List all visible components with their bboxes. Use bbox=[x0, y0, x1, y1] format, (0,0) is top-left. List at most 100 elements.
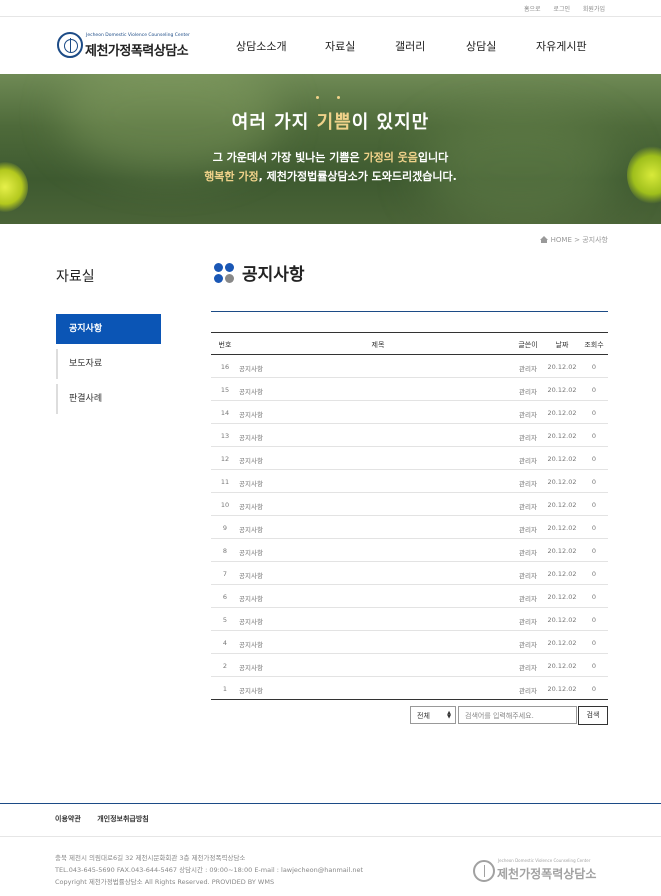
row-date: 20.12.02 bbox=[547, 685, 577, 693]
row-writer: 관리자 bbox=[519, 457, 537, 465]
nav-item-free-board[interactable]: 자유게시판 bbox=[536, 38, 587, 54]
row-date: 20.12.02 bbox=[547, 639, 577, 647]
row-views: 0 bbox=[591, 363, 597, 371]
row-views: 0 bbox=[591, 593, 597, 601]
table-row: 10 공지사항 관리자 20.12.02 0 bbox=[211, 493, 608, 516]
breadcrumb: HOME > 공지사항 bbox=[539, 235, 608, 245]
row-num: 7 bbox=[222, 570, 228, 578]
row-views: 0 bbox=[591, 639, 597, 647]
row-writer: 관리자 bbox=[519, 549, 537, 557]
footer-contact: TEL.043-645-5690 FAX.043-644-5467 상담시간 :… bbox=[55, 866, 364, 874]
row-writer: 관리자 bbox=[519, 503, 537, 511]
title-divider bbox=[211, 311, 608, 312]
row-writer: 관리자 bbox=[519, 388, 537, 396]
row-writer: 관리자 bbox=[519, 687, 537, 695]
table-row: 16 공지사항 관리자 20.12.02 0 bbox=[211, 355, 608, 378]
logo-korean-name: 제천가정폭력상담소 bbox=[85, 44, 189, 59]
footer-divider bbox=[0, 803, 661, 804]
row-title[interactable]: 공지사항 bbox=[239, 524, 263, 534]
row-date: 20.12.02 bbox=[547, 455, 577, 463]
row-writer: 관리자 bbox=[519, 526, 537, 534]
row-title[interactable]: 공지사항 bbox=[239, 570, 263, 580]
hero-banner: 여러 가지 기쁨이 있지만 그 가운데서 가장 빛나는 기쁨은 가정의 웃음입니… bbox=[0, 74, 661, 224]
header-title: 제목 bbox=[371, 341, 385, 349]
row-title[interactable]: 공지사항 bbox=[239, 363, 263, 373]
table-row: 12 공지사항 관리자 20.12.02 0 bbox=[211, 447, 608, 470]
row-num: 12 bbox=[220, 455, 230, 463]
table-row: 5 공지사항 관리자 20.12.02 0 bbox=[211, 608, 608, 631]
row-title[interactable]: 공지사항 bbox=[239, 432, 263, 442]
header-writer: 글쓴이 bbox=[518, 341, 538, 349]
sidebar-title: 자료실 bbox=[56, 269, 95, 285]
row-date: 20.12.02 bbox=[547, 409, 577, 417]
scales-emblem-icon bbox=[57, 32, 83, 58]
notice-board-table: 번호 제목 글쓴이 날짜 조회수 16 공지사항 관리자 20.12.02 0 15 공지사… bbox=[211, 332, 608, 700]
row-date: 20.12.02 bbox=[547, 662, 577, 670]
site-logo[interactable]: Jecheon Domestic Violence Counseling Cen… bbox=[57, 32, 207, 60]
footer-logo: Jecheon Domestic Violence Counseling Cen… bbox=[473, 858, 613, 884]
privacy-link[interactable]: 개인정보취급방침 bbox=[97, 815, 149, 823]
row-views: 0 bbox=[591, 547, 597, 555]
login-link[interactable]: 로그인 bbox=[553, 6, 570, 13]
search-button[interactable]: 검색 bbox=[578, 706, 608, 725]
row-num: 14 bbox=[220, 409, 230, 417]
site-header: Jecheon Domestic Violence Counseling Cen… bbox=[0, 17, 661, 74]
row-title[interactable]: 공지사항 bbox=[239, 478, 263, 488]
row-writer: 관리자 bbox=[519, 618, 537, 626]
row-date: 20.12.02 bbox=[547, 524, 577, 532]
row-title[interactable]: 공지사항 bbox=[239, 409, 263, 419]
table-row: 8 공지사항 관리자 20.12.02 0 bbox=[211, 539, 608, 562]
sidebar-menu: 공지사항 보도자료 판결사례 bbox=[56, 314, 161, 419]
banner-line-3: 행복한 가정, 제천가정법률상담소가 도와드리겠습니다. bbox=[204, 170, 457, 183]
row-writer: 관리자 bbox=[519, 434, 537, 442]
row-views: 0 bbox=[591, 409, 597, 417]
breadcrumb-home[interactable]: HOME bbox=[551, 236, 572, 244]
signup-link[interactable]: 회원가입 bbox=[583, 6, 605, 13]
home-link[interactable]: 홈으로 bbox=[524, 6, 541, 13]
row-writer: 관리자 bbox=[519, 641, 537, 649]
row-writer: 관리자 bbox=[519, 595, 537, 603]
row-title[interactable]: 공지사항 bbox=[239, 685, 263, 695]
row-title[interactable]: 공지사항 bbox=[239, 662, 263, 672]
row-num: 16 bbox=[220, 363, 230, 371]
row-date: 20.12.02 bbox=[547, 616, 577, 624]
sidebar-item-notice[interactable]: 공지사항 bbox=[56, 314, 161, 344]
row-date: 20.12.02 bbox=[547, 570, 577, 578]
row-title[interactable]: 공지사항 bbox=[239, 455, 263, 465]
row-num: 5 bbox=[222, 616, 228, 624]
row-views: 0 bbox=[591, 478, 597, 486]
table-row: 6 공지사항 관리자 20.12.02 0 bbox=[211, 585, 608, 608]
row-title[interactable]: 공지사항 bbox=[239, 639, 263, 649]
sidebar-item-press[interactable]: 보도자료 bbox=[56, 349, 161, 379]
row-num: 15 bbox=[220, 386, 230, 394]
row-title[interactable]: 공지사항 bbox=[239, 593, 263, 603]
sidebar-item-cases[interactable]: 판결사례 bbox=[56, 384, 161, 414]
banner-headline: 여러 가지 기쁨이 있지만 bbox=[231, 112, 430, 133]
select-arrows-icon: ▲ ▼ bbox=[447, 710, 451, 720]
row-num: 13 bbox=[220, 432, 230, 440]
row-title[interactable]: 공지사항 bbox=[239, 501, 263, 511]
row-num: 9 bbox=[222, 524, 228, 532]
row-date: 20.12.02 bbox=[547, 432, 577, 440]
search-scope-select[interactable]: 전체 ▲ ▼ bbox=[410, 706, 456, 724]
table-row: 2 공지사항 관리자 20.12.02 0 bbox=[211, 654, 608, 677]
row-date: 20.12.02 bbox=[547, 547, 577, 555]
row-writer: 관리자 bbox=[519, 664, 537, 672]
row-writer: 관리자 bbox=[519, 365, 537, 373]
terms-link[interactable]: 이용약관 bbox=[55, 815, 81, 823]
nav-item-gallery[interactable]: 갤러리 bbox=[395, 38, 425, 54]
nav-item-about[interactable]: 상담소소개 bbox=[236, 38, 287, 54]
nav-item-counseling[interactable]: 상담실 bbox=[466, 38, 496, 54]
row-title[interactable]: 공지사항 bbox=[239, 616, 263, 626]
page-title: 공지사항 bbox=[242, 265, 305, 285]
row-views: 0 bbox=[591, 386, 597, 394]
row-num: 1 bbox=[222, 685, 228, 693]
row-views: 0 bbox=[591, 432, 597, 440]
row-title[interactable]: 공지사항 bbox=[239, 547, 263, 557]
nav-item-archive[interactable]: 자료실 bbox=[325, 38, 355, 54]
row-title[interactable]: 공지사항 bbox=[239, 386, 263, 396]
row-date: 20.12.02 bbox=[547, 478, 577, 486]
row-views: 0 bbox=[591, 616, 597, 624]
search-input[interactable]: 검색어를 입력해주세요. bbox=[458, 706, 577, 724]
banner-line-2: 그 가운데서 가장 빛나는 기쁨은 가정의 웃음입니다 bbox=[212, 151, 449, 164]
